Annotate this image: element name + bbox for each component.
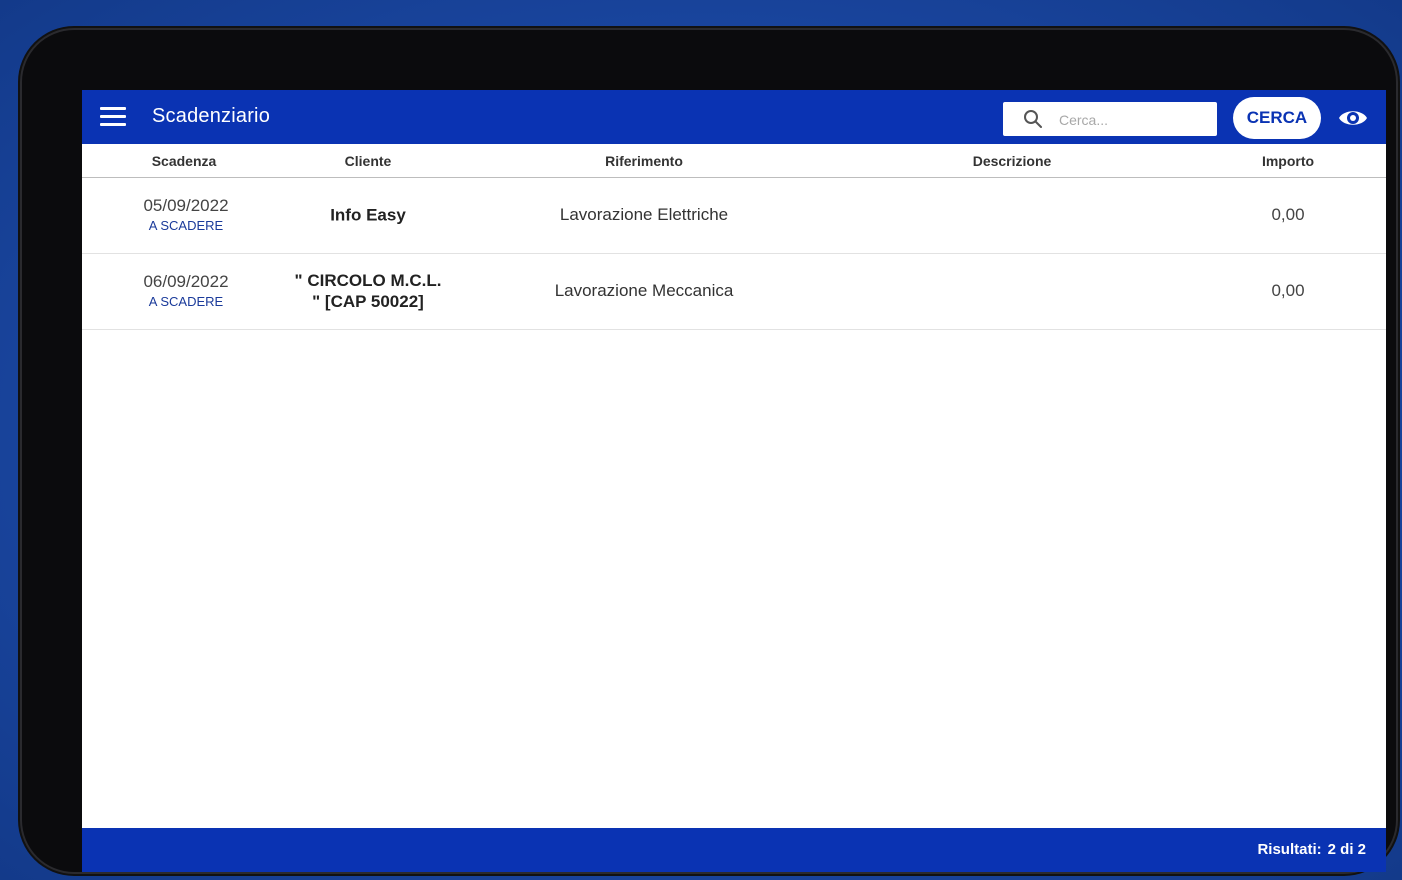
client-cell: " CIRCOLO M.C.L. " [CAP 50022] xyxy=(295,270,442,312)
reference-cell: Lavorazione Meccanica xyxy=(554,281,734,300)
status-badge: A SCADERE xyxy=(148,294,224,309)
page-title: Scadenziario xyxy=(152,105,271,127)
table-header: Scadenza Cliente Riferimento Descrizione… xyxy=(82,144,1386,178)
footer-bar: Risultati: 2 di 2 xyxy=(82,828,1386,872)
results-value: 2 di 2 xyxy=(1327,841,1366,858)
search-box[interactable] xyxy=(1003,102,1217,138)
eye-icon[interactable] xyxy=(1337,106,1369,130)
search-button[interactable]: CERCA xyxy=(1233,97,1321,139)
due-date-cell: 05/09/2022 A SCADERE xyxy=(143,195,228,235)
app-bar: Scadenziario CERCA xyxy=(82,90,1386,144)
search-icon xyxy=(1024,110,1042,128)
client-name: Info Easy xyxy=(330,205,406,225)
amount-cell: 0,00 xyxy=(1271,205,1305,224)
column-header-descrizione[interactable]: Descrizione xyxy=(973,153,1052,169)
menu-icon[interactable] xyxy=(100,107,126,127)
column-header-scadenza[interactable]: Scadenza xyxy=(152,153,217,169)
due-date: 06/09/2022 xyxy=(143,272,229,291)
app-screen: Scadenziario CERCA Scadenza Cliente Rife… xyxy=(82,90,1386,872)
due-date: 05/09/2022 xyxy=(143,196,229,215)
tablet-frame: Scadenziario CERCA Scadenza Cliente Rife… xyxy=(20,28,1398,874)
client-name-line2: " [CAP 50022] xyxy=(312,292,424,311)
status-badge: A SCADERE xyxy=(148,218,224,233)
due-date-cell: 06/09/2022 A SCADERE xyxy=(143,271,228,311)
reference-cell: Lavorazione Elettriche xyxy=(559,205,729,224)
column-header-riferimento[interactable]: Riferimento xyxy=(605,153,683,169)
amount-cell: 0,00 xyxy=(1271,281,1305,300)
client-name: " CIRCOLO M.C.L. xyxy=(294,271,442,290)
client-cell: Info Easy xyxy=(330,205,406,226)
results-count: Risultati: 2 di 2 xyxy=(1257,841,1366,858)
table-row[interactable]: 06/09/2022 A SCADERE " CIRCOLO M.C.L. " … xyxy=(82,254,1386,330)
results-label: Risultati: xyxy=(1257,841,1322,858)
search-input[interactable] xyxy=(1057,102,1211,138)
table-row[interactable]: 05/09/2022 A SCADERE Info Easy Lavorazio… xyxy=(82,178,1386,254)
column-header-cliente[interactable]: Cliente xyxy=(345,153,392,169)
column-header-importo[interactable]: Importo xyxy=(1262,153,1314,169)
